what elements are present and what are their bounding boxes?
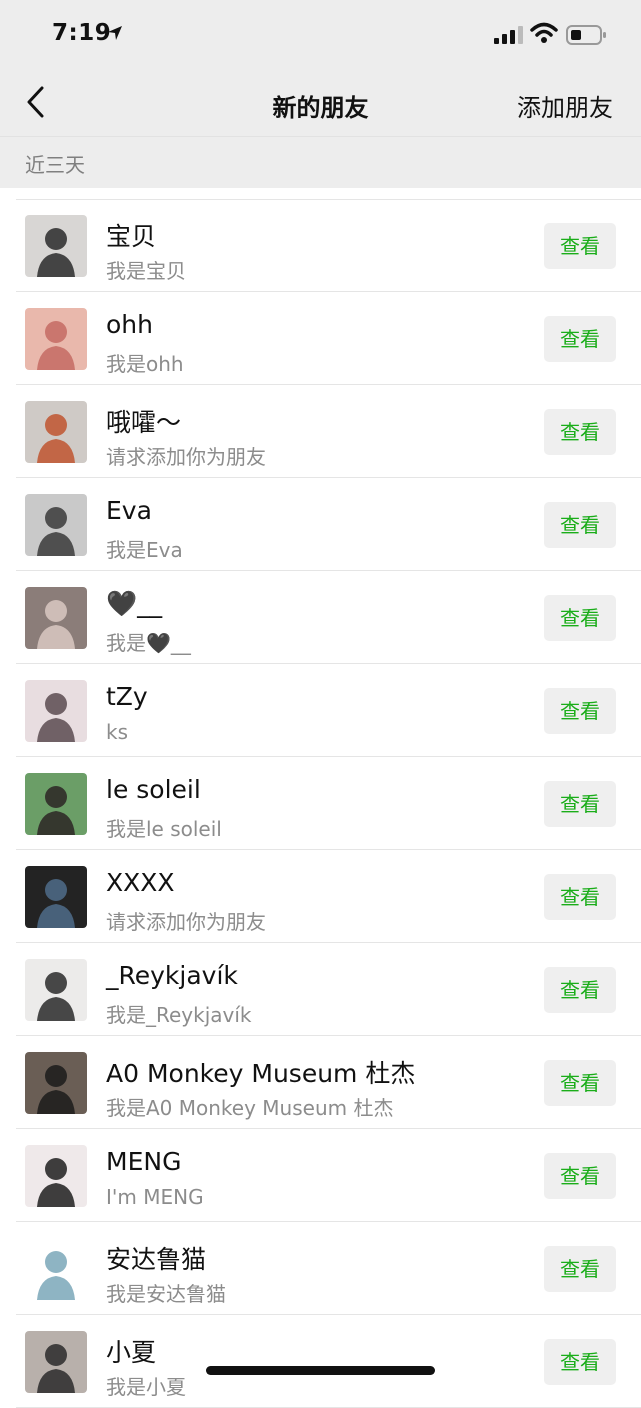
request-message: 请求添加你为朋友 (106, 910, 266, 934)
view-button[interactable]: 查看 (544, 1339, 616, 1385)
section-label: 近三天 (25, 153, 85, 177)
view-button[interactable]: 查看 (544, 874, 616, 920)
contact-name: _Reykjavík (106, 961, 238, 990)
avatar[interactable] (25, 494, 87, 556)
avatar[interactable] (25, 1052, 87, 1114)
avatar[interactable] (25, 1238, 87, 1300)
avatar[interactable] (25, 587, 87, 649)
list-item[interactable]: 🖤__ 我是🖤__ 查看 (0, 571, 641, 664)
request-message: 我是宝贝 (106, 259, 186, 283)
list-item[interactable]: 安达鲁猫我是安达鲁猫 查看 (0, 1222, 641, 1315)
avatar[interactable] (25, 1145, 87, 1207)
contact-name: 哦嚯～ (106, 408, 182, 437)
view-button[interactable]: 查看 (544, 1060, 616, 1106)
contact-name: 安达鲁猫 (106, 1245, 207, 1274)
view-button[interactable]: 查看 (544, 502, 616, 548)
list-item[interactable]: 小夏我是小夏 查看 (0, 1315, 641, 1408)
list-item[interactable]: _Reykjavík 我是_Reykjavík 查看 (0, 943, 641, 1036)
section-header: 近三天 (0, 136, 641, 188)
view-button[interactable]: 查看 (544, 223, 616, 269)
contact-name: ohh (106, 310, 153, 339)
view-button[interactable]: 查看 (544, 316, 616, 362)
contact-name: Eva (106, 496, 152, 525)
status-time: 7:19 (52, 20, 112, 46)
request-message: 我是ohh (106, 352, 184, 376)
contact-name: 🖤__ (106, 589, 163, 618)
contact-name: 小夏 (106, 1338, 157, 1367)
avatar[interactable] (25, 866, 87, 928)
view-button[interactable]: 查看 (544, 967, 616, 1013)
avatar[interactable] (25, 215, 87, 277)
nav-bar: 新的朋友 添加朋友 (0, 70, 641, 136)
view-button[interactable]: 查看 (544, 1153, 616, 1199)
list-item[interactable]: tZy ks 查看 (0, 664, 641, 757)
avatar[interactable] (25, 1331, 87, 1393)
contact-name: MENG (106, 1147, 182, 1176)
friend-request-list: 宝贝 我是宝贝 查看 ohh 我是ohh 查看 哦嚯～ 请求添加你为朋友 查看 Eva 我是Eva 查… (0, 199, 641, 1408)
request-message: 我是🖤__ (106, 631, 191, 655)
avatar[interactable] (25, 401, 87, 463)
avatar[interactable] (25, 959, 87, 1021)
battery-icon (566, 25, 606, 45)
status-bar: 7:19 (0, 0, 641, 70)
list-item[interactable]: le soleil 我是le soleil 查看 (0, 757, 641, 850)
list-item[interactable]: ohh 我是ohh 查看 (0, 292, 641, 385)
request-message: 我是_Reykjavík (106, 1003, 252, 1027)
contact-name: XXXX (106, 868, 175, 897)
avatar[interactable] (25, 308, 87, 370)
request-message: 我是Eva (106, 538, 183, 562)
wifi-icon (530, 22, 558, 43)
request-message: 我是安达鲁猫 (106, 1282, 226, 1306)
list-item[interactable]: Eva 我是Eva 查看 (0, 478, 641, 571)
request-message: 我是A0 Monkey Museum 杜杰 (106, 1096, 394, 1120)
contact-name: le soleil (106, 775, 201, 804)
avatar[interactable] (25, 680, 87, 742)
add-friend-button[interactable]: 添加朋友 (517, 88, 613, 123)
location-arrow-icon (108, 26, 122, 40)
request-message: 我是小夏 (106, 1375, 186, 1399)
contact-name: tZy (106, 682, 148, 711)
list-item[interactable]: MENG I'm MENG 查看 (0, 1129, 641, 1222)
contact-name: 宝贝 (106, 222, 157, 251)
list-item[interactable]: 宝贝我是宝贝 查看 (0, 199, 641, 292)
request-message: I'm MENG (106, 1185, 204, 1209)
signal-icon (494, 26, 523, 44)
view-button[interactable]: 查看 (544, 1246, 616, 1292)
view-button[interactable]: 查看 (544, 781, 616, 827)
view-button[interactable]: 查看 (544, 409, 616, 455)
list-item[interactable]: 哦嚯～ 请求添加你为朋友 查看 (0, 385, 641, 478)
view-button[interactable]: 查看 (544, 688, 616, 734)
view-button[interactable]: 查看 (544, 595, 616, 641)
contact-name: A0 Monkey Museum 杜杰 (106, 1059, 416, 1088)
list-item[interactable]: XXXX 请求添加你为朋友 查看 (0, 850, 641, 943)
request-message: 我是le soleil (106, 817, 222, 841)
home-indicator (206, 1366, 435, 1375)
list-item[interactable]: A0 Monkey Museum 杜杰我是A0 Monkey Museum 杜杰… (0, 1036, 641, 1129)
request-message: ks (106, 720, 129, 744)
avatar[interactable] (25, 773, 87, 835)
request-message: 请求添加你为朋友 (106, 445, 266, 469)
